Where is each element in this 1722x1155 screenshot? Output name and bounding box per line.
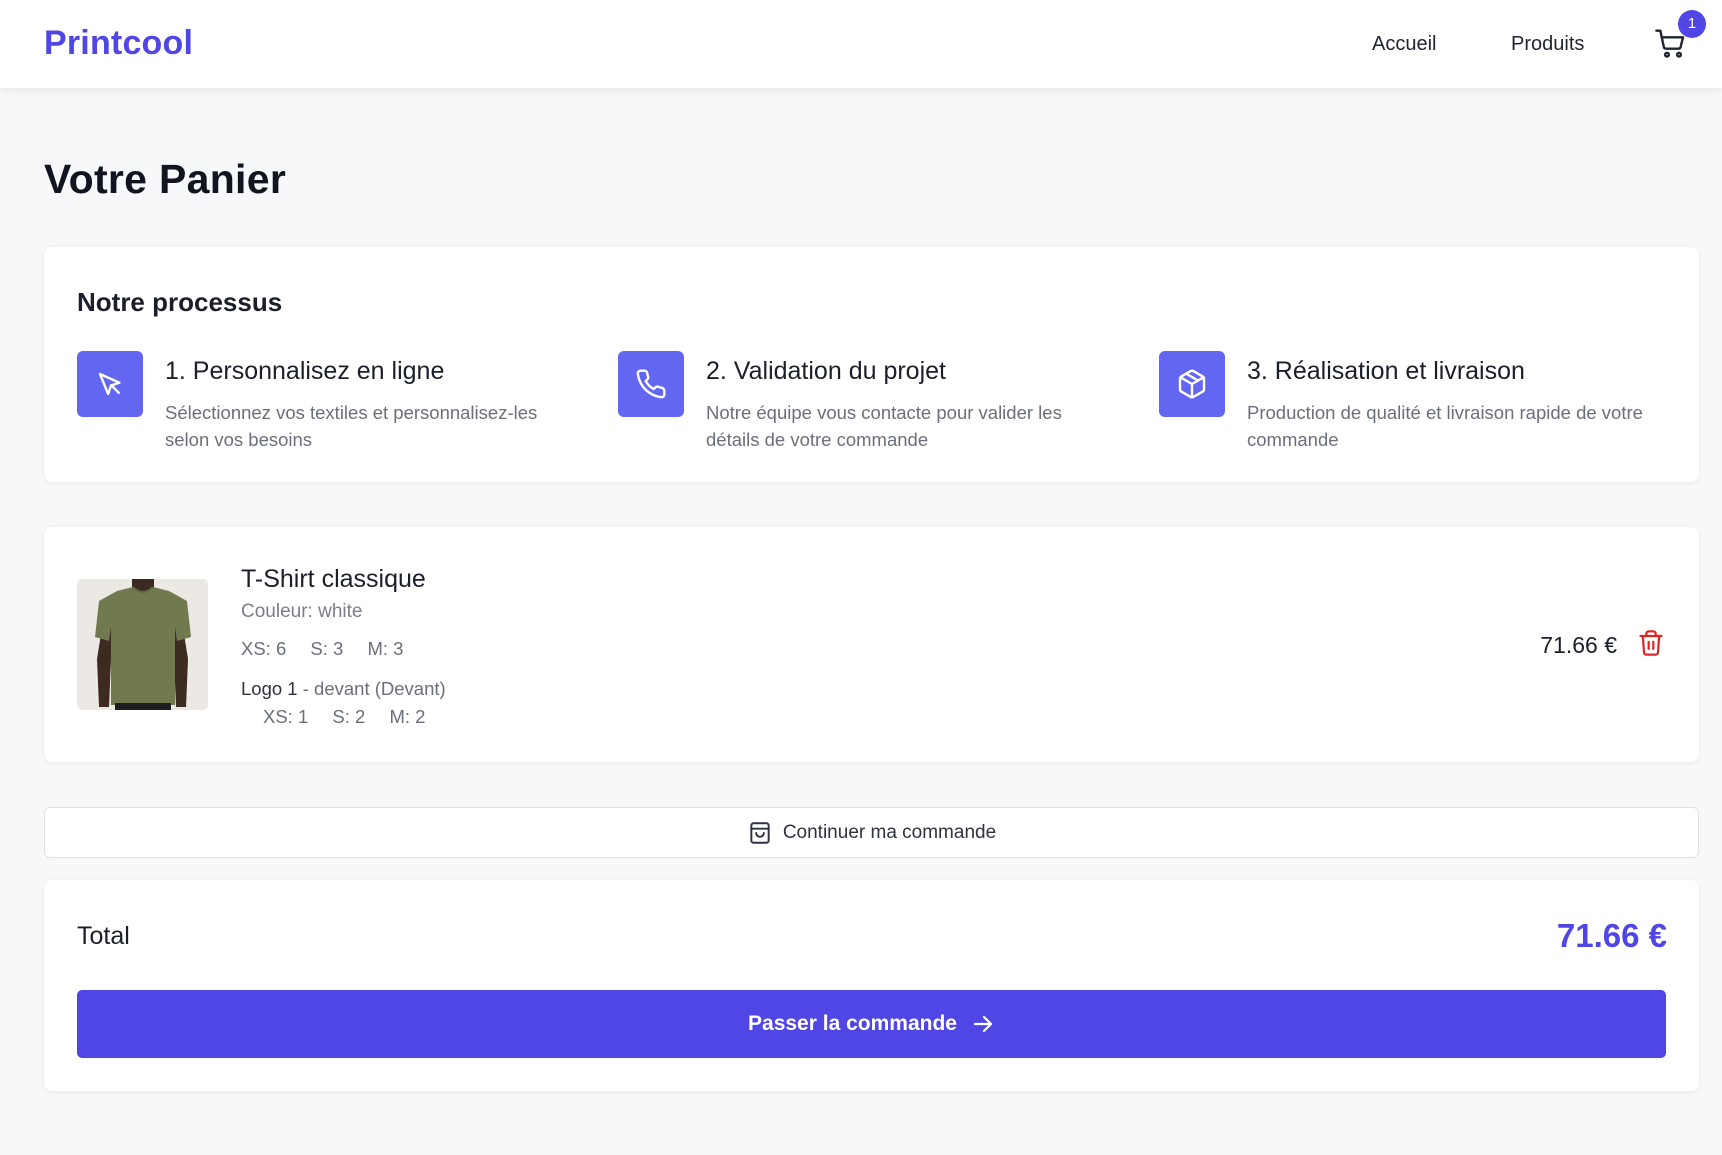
trash-icon — [1639, 630, 1663, 656]
item-color: Couleur: white — [241, 601, 363, 622]
delete-item-button[interactable] — [1637, 628, 1667, 660]
logo-size-xs-qty: XS: 1 — [263, 706, 309, 727]
arrow-right-icon — [973, 1015, 993, 1033]
step-title: 2. Validation du projet — [706, 357, 946, 385]
phone-icon — [618, 351, 684, 417]
page-title: Votre Panier — [44, 156, 287, 202]
product-image — [77, 579, 208, 710]
cart-count-badge: 1 — [1678, 10, 1706, 38]
brand-logo[interactable]: Printcool — [44, 24, 193, 63]
total-label: Total — [77, 922, 130, 950]
box-icon — [1159, 351, 1225, 417]
continue-order-label: Continuer ma commande — [782, 821, 997, 843]
step-description: Production de qualité et livraison rapid… — [1247, 402, 1643, 450]
item-name[interactable]: T-Shirt classique — [241, 565, 426, 594]
step-title: 1. Personnalisez en ligne — [165, 357, 445, 385]
checkout-button[interactable]: Passer la commande — [77, 990, 1666, 1058]
logo-placement: - devant (Devant) — [297, 678, 446, 699]
logo-size-m-qty: M: 2 — [389, 706, 426, 727]
process-title: Notre processus — [77, 287, 283, 317]
cursor-icon — [77, 351, 143, 417]
total-value: 71.66 € — [1556, 917, 1667, 954]
shopping-bag-icon — [750, 821, 770, 844]
nav-home-link[interactable]: Accueil — [1372, 33, 1436, 56]
step-description: Notre équipe vous contacte pour valider … — [706, 402, 1062, 450]
cart-item-card: T-Shirt classique Couleur: white XS: 6 S… — [44, 527, 1699, 762]
order-summary-card: Total 71.66 € Passer la commande — [44, 880, 1699, 1091]
continue-order-button[interactable]: Continuer ma commande — [44, 807, 1699, 858]
size-s-qty: S: 3 — [310, 638, 344, 659]
process-card: Notre processus 1. Personnalisez en lign… — [44, 247, 1699, 482]
logo-size-breakdown: XS: 1 S: 2 M: 2 — [263, 706, 444, 728]
nav-products-link[interactable]: Produits — [1511, 33, 1584, 56]
logo-name: Logo 1 — [241, 678, 298, 699]
size-m-qty: M: 3 — [367, 638, 404, 659]
logo-line: Logo 1 - devant (Devant) — [241, 678, 446, 700]
logo-size-s-qty: S: 2 — [332, 706, 366, 727]
step-description: Sélectionnez vos textiles et personnalis… — [165, 402, 538, 450]
top-navbar: Printcool Accueil Produits 1 — [0, 0, 1722, 88]
checkout-label: Passer la commande — [748, 1012, 957, 1035]
item-size-breakdown: XS: 6 S: 3 M: 3 — [241, 638, 422, 660]
size-xs-qty: XS: 6 — [241, 638, 287, 659]
cart-button[interactable]: 1 — [1652, 10, 1706, 64]
item-price: 71.66 € — [1540, 632, 1617, 658]
step-title: 3. Réalisation et livraison — [1247, 357, 1525, 385]
